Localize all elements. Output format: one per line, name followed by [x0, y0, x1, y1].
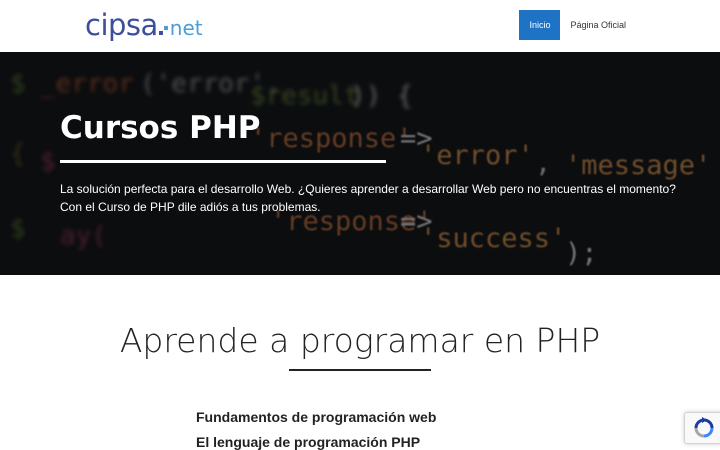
recaptcha-badge[interactable]: [684, 412, 720, 444]
section-title: Aprende a programar en PHP: [119, 321, 601, 360]
topic-item: El lenguaje de programación PHP: [196, 434, 421, 450]
nav-item-inicio[interactable]: Inicio: [519, 10, 561, 40]
hero-title: Cursos PHP: [60, 110, 261, 146]
hero-description: La solución perfecta para el desarrollo …: [60, 182, 676, 214]
section-divider: [289, 369, 431, 371]
logo-main-text: cipsa: [85, 8, 158, 42]
topics-list: Fundamentos de programación web El lengu…: [196, 405, 436, 450]
nav-item-pagina-oficial[interactable]: Página Oficial: [560, 10, 636, 40]
hero-banner: $ _error ('error', $result )) { { $ $ ay…: [0, 52, 720, 275]
logo-dots-icon: [158, 25, 169, 35]
recaptcha-icon: [694, 417, 714, 438]
site-header: cipsa net Inicio Página Oficial: [0, 0, 720, 52]
hero-divider: [60, 160, 386, 163]
main-nav: Inicio Página Oficial: [519, 10, 636, 40]
topic-item: Fundamentos de programación web: [196, 409, 437, 425]
hero-overlay: [0, 52, 720, 275]
cipsa-logo[interactable]: cipsa net: [85, 6, 203, 44]
logo-net-text: net: [169, 16, 203, 40]
